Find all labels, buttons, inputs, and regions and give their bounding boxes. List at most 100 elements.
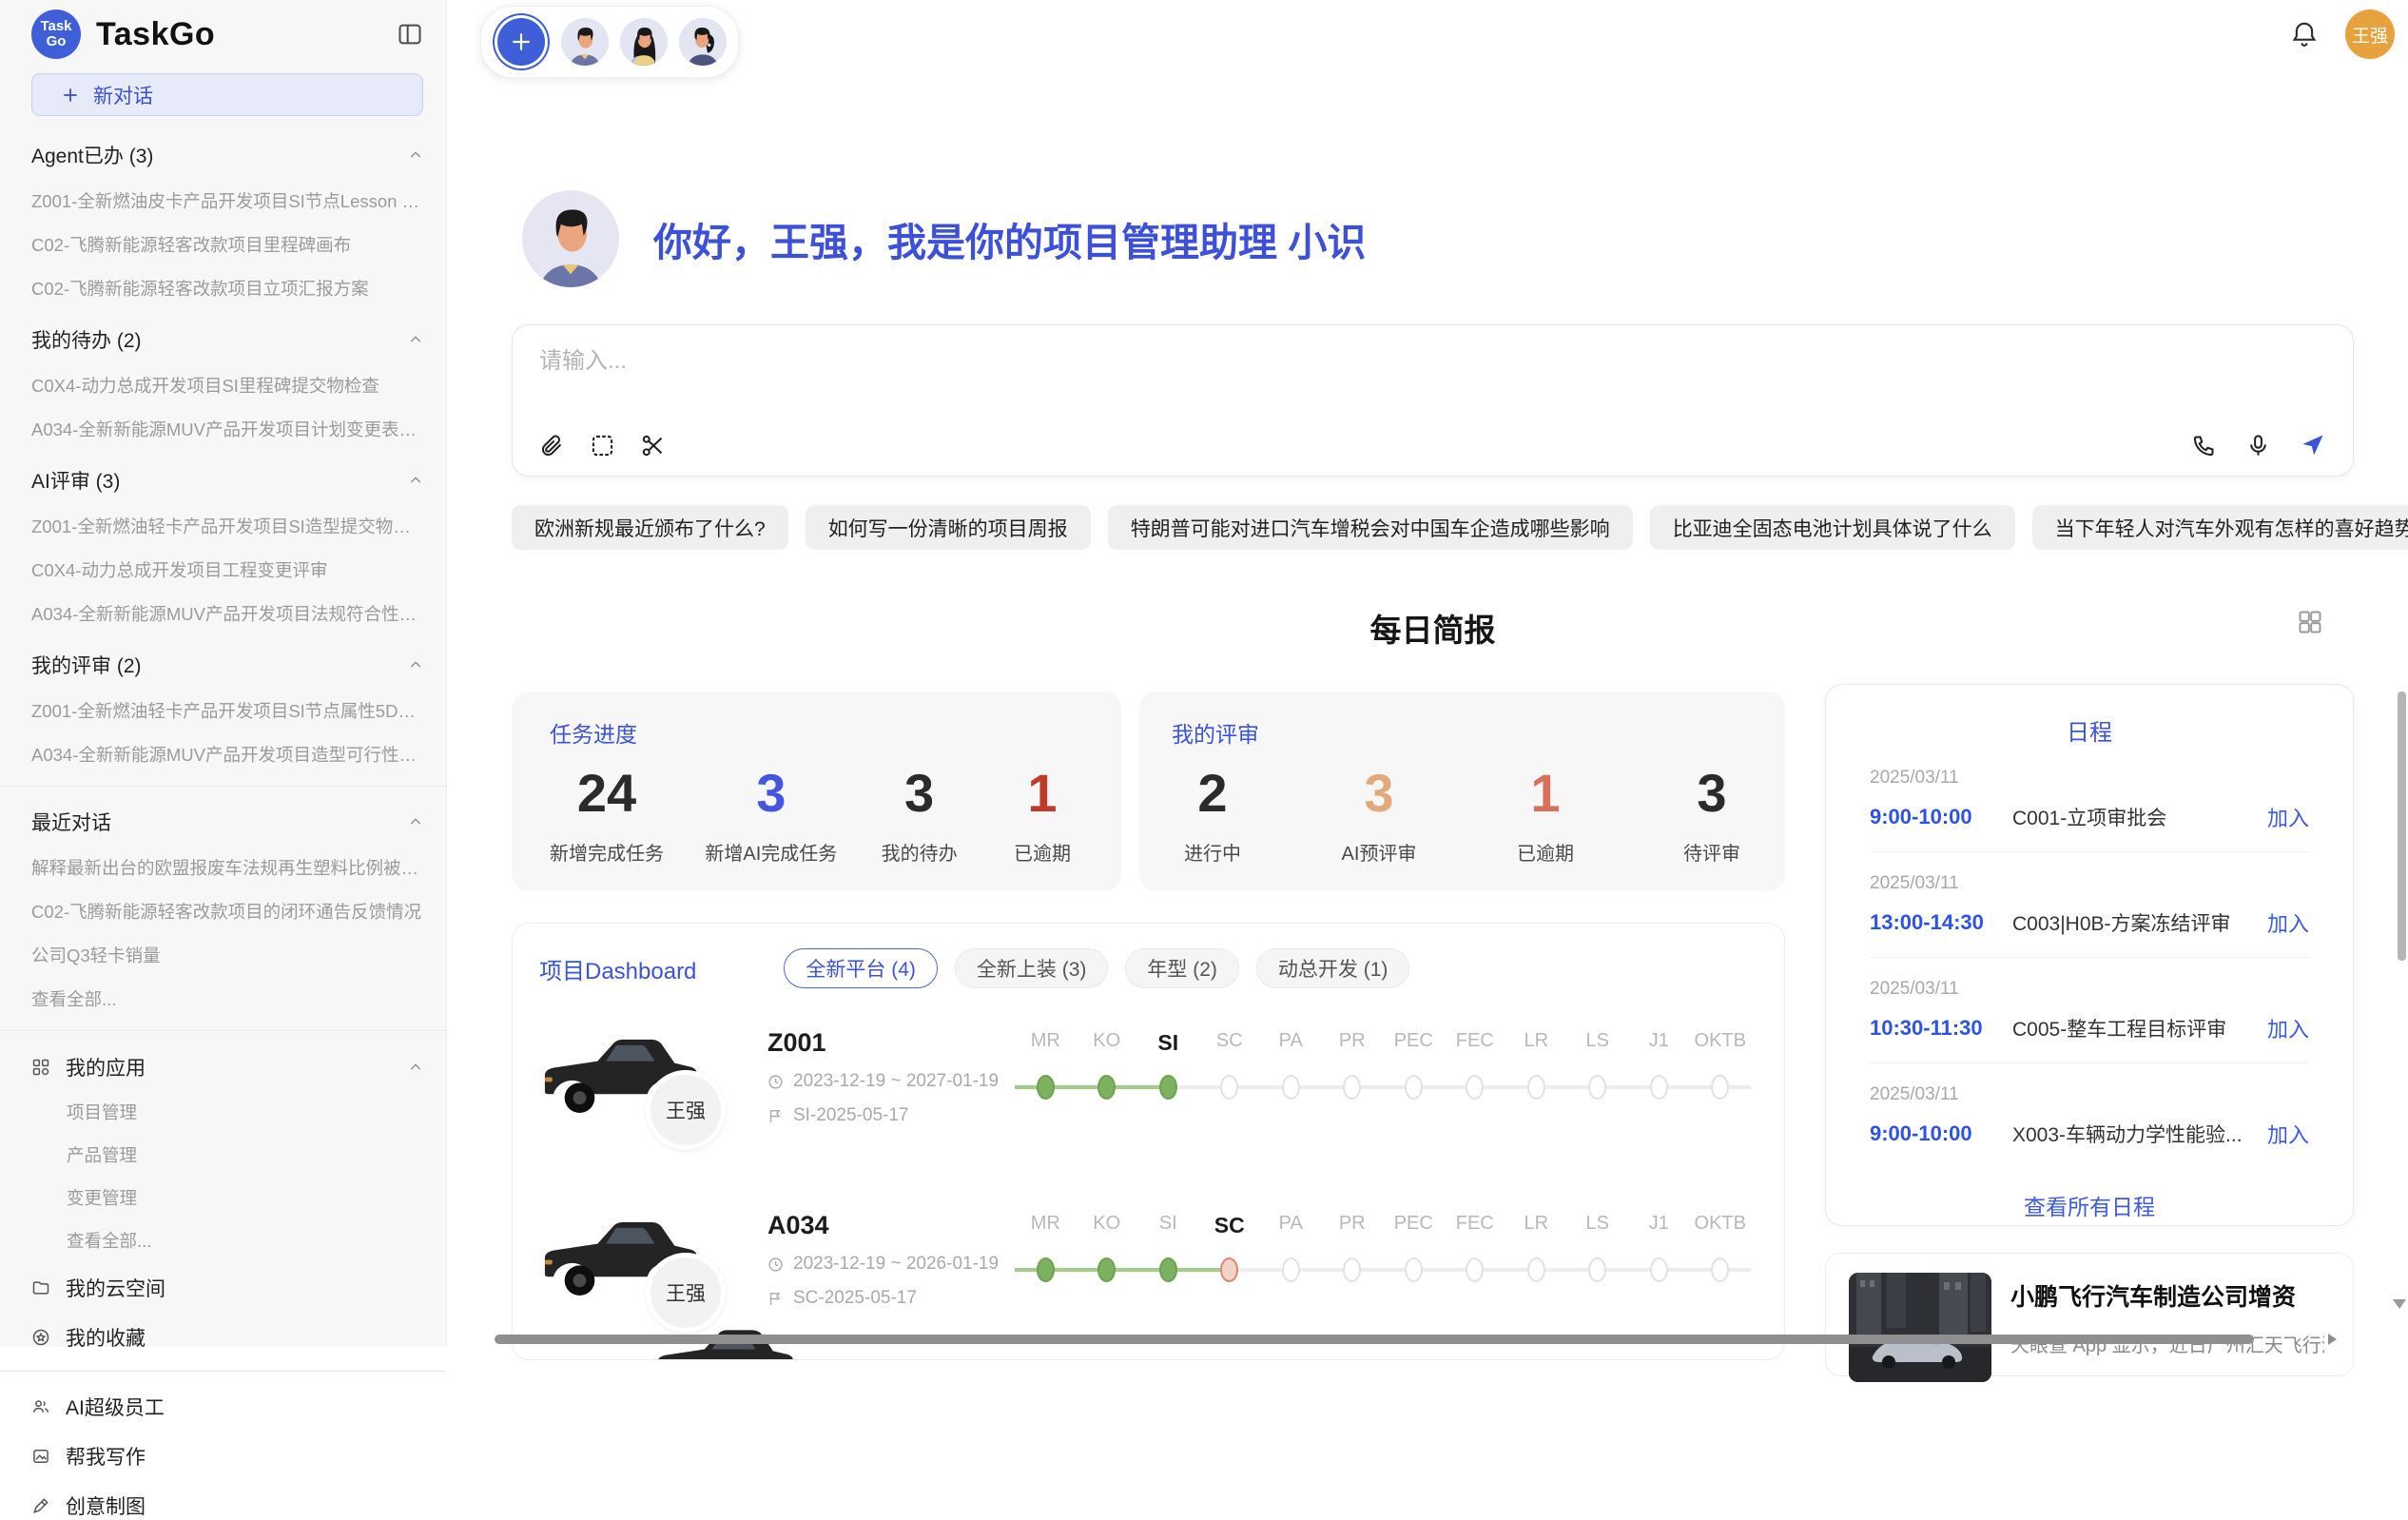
- milestone-dot-cell: [1077, 1256, 1138, 1284]
- mic-icon[interactable]: [2245, 433, 2271, 458]
- join-link[interactable]: 加入: [2267, 1119, 2309, 1149]
- sidebar-item-view-all-apps[interactable]: 查看全部...: [67, 1228, 423, 1253]
- vertical-scrollbar[interactable]: [2398, 692, 2406, 961]
- filter-tab-new-top[interactable]: 全新上装 (3): [955, 948, 1109, 988]
- sidebar-item-my-apps[interactable]: 我的应用: [31, 1053, 423, 1082]
- member-avatar[interactable]: [679, 18, 727, 66]
- scroll-right-arrow-icon[interactable]: [2328, 1334, 2337, 1345]
- milestone-label: SC: [1199, 1030, 1261, 1056]
- milestone-track: MR KO SI SC PA PR PEC FEC LR LS J1 OKTB: [1015, 1209, 1751, 1354]
- chevron-up-icon[interactable]: [408, 814, 423, 829]
- schedule-date: 2025/03/11: [1870, 873, 2309, 894]
- section-header-agent-done[interactable]: Agent已办 (3): [31, 141, 423, 169]
- sidebar-collapse-icon[interactable]: [397, 21, 423, 48]
- schedule-title: 日程: [1826, 713, 2353, 747]
- schedule-item[interactable]: 2025/03/11 13:00-14:30 C003|H0B-方案冻结评审 加…: [1870, 852, 2309, 958]
- filter-tab-new-platform[interactable]: 全新平台 (4): [784, 948, 938, 988]
- stat-col: 3 待评审: [1671, 764, 1753, 866]
- chevron-up-icon[interactable]: [408, 473, 423, 488]
- scissors-icon[interactable]: [640, 433, 666, 458]
- owner-name: 王强: [666, 1278, 706, 1307]
- recent-item[interactable]: C02-飞腾新能源轻客改款项目的闭环通告反馈情况: [31, 899, 423, 924]
- member-avatar[interactable]: [561, 18, 609, 66]
- chevron-up-icon[interactable]: [408, 332, 423, 347]
- suggestion-chip[interactable]: 欧洲新规最近颁布了什么?: [512, 505, 788, 550]
- task-item[interactable]: C02-飞腾新能源轻客改款项目立项汇报方案: [31, 276, 423, 301]
- section-header-ai-review[interactable]: AI评审 (3): [31, 466, 423, 495]
- sidebar-item-creative-drawing[interactable]: 创意制图: [31, 1491, 423, 1520]
- sidebar-item-ai-super-staff[interactable]: AI超级员工: [31, 1393, 423, 1421]
- recent-item[interactable]: 解释最新出台的欧盟报废车法规再生塑料比例被调至15%...: [31, 855, 423, 880]
- milestone-label: LS: [1567, 1030, 1629, 1056]
- sidebar-item-project-mgmt[interactable]: 项目管理: [67, 1100, 423, 1124]
- task-item[interactable]: Z001-全新燃油皮卡产品开发项目SI节点Lesson Learn报告: [31, 188, 423, 213]
- sidebar-item-cloud-space[interactable]: 我的云空间: [31, 1274, 423, 1302]
- filter-tab-powertrain[interactable]: 动总开发 (1): [1256, 948, 1410, 988]
- join-link[interactable]: 加入: [2267, 802, 2309, 832]
- sidebar-item-help-me-write[interactable]: 帮我写作: [31, 1442, 423, 1471]
- recent-item[interactable]: 公司Q3轻卡销量: [31, 943, 423, 967]
- suggestion-chip[interactable]: 特朗普可能对进口汽车增税会对中国车企造成哪些影响: [1108, 505, 1633, 550]
- stat-label: 已逾期: [1001, 838, 1083, 866]
- input-toolbar: [539, 432, 2326, 458]
- milestone-dot: [1282, 1075, 1300, 1100]
- task-item[interactable]: Z001-全新燃油轻卡产品开发项目SI造型提交物评审: [31, 514, 423, 538]
- image-icon[interactable]: [590, 433, 615, 458]
- schedule-item[interactable]: 2025/03/11 10:30-11:30 C005-整车工程目标评审 加入: [1870, 958, 2309, 1063]
- schedule-item[interactable]: 2025/03/11 9:00-10:00 C001-立项审批会 加入: [1870, 747, 2309, 852]
- filter-tab-year-model[interactable]: 年型 (2): [1125, 948, 1239, 988]
- project-code: Z001: [767, 1028, 1015, 1058]
- stat-col: 3 我的待办: [879, 764, 961, 866]
- horizontal-scrollbar[interactable]: [495, 1335, 2254, 1344]
- notification-bell-icon[interactable]: [2290, 20, 2319, 49]
- project-row[interactable]: 王强 Z001 2023-12-19 ~ 2027-01-19 SI-2025-…: [539, 1026, 1784, 1171]
- sidebar-item-favorites[interactable]: 我的收藏: [31, 1323, 423, 1352]
- sidebar-item-product-mgmt[interactable]: 产品管理: [67, 1142, 423, 1167]
- milestone-dot: [1527, 1075, 1545, 1100]
- chat-input[interactable]: [539, 348, 2326, 375]
- suggestion-chip[interactable]: 如何写一份清晰的项目周报: [806, 505, 1091, 550]
- user-avatar-label: 王强: [2352, 22, 2388, 48]
- task-item[interactable]: C0X4-动力总成开发项目工程变更评审: [31, 557, 423, 582]
- creative-drawing-label: 创意制图: [66, 1491, 146, 1520]
- phone-icon[interactable]: [2191, 433, 2217, 458]
- schedule-item[interactable]: 2025/03/11 9:00-10:00 X003-车辆动力学性能验... 加…: [1870, 1063, 2309, 1168]
- chevron-up-icon[interactable]: [408, 1060, 423, 1075]
- chevron-up-icon[interactable]: [408, 657, 423, 672]
- layout-grid-icon[interactable]: [2297, 609, 2323, 635]
- task-item[interactable]: A034-全新新能源MUV产品开发项目计划变更表编写: [31, 417, 423, 441]
- join-link[interactable]: 加入: [2267, 1013, 2309, 1043]
- chevron-up-icon[interactable]: [408, 147, 423, 163]
- task-item[interactable]: Z001-全新燃油轻卡产品开发项目SI节点属性5D文件评审: [31, 698, 423, 723]
- plus-icon: [509, 29, 534, 54]
- task-item[interactable]: C02-飞腾新能源轻客改款项目里程碑画布: [31, 232, 423, 257]
- news-card[interactable]: 小鹏飞行汽车制造公司增资 天眼查 App 显示，近日广州汇天飞行汽...: [1825, 1253, 2354, 1376]
- sidebar-item-change-mgmt[interactable]: 变更管理: [67, 1185, 423, 1210]
- task-item[interactable]: A034-全新新能源MUV产品开发项目法规符合性评审: [31, 601, 423, 626]
- add-session-button[interactable]: [497, 18, 545, 66]
- stat-label: 新增完成任务: [550, 838, 664, 866]
- view-all-schedules-link[interactable]: 查看所有日程: [1826, 1189, 2353, 1221]
- milestone-dot: [1405, 1257, 1423, 1282]
- member-avatar[interactable]: [620, 18, 668, 66]
- stat-value: 1: [1001, 764, 1083, 823]
- user-avatar[interactable]: 王强: [2345, 10, 2395, 59]
- milestone-dot: [1588, 1257, 1606, 1282]
- paperclip-icon[interactable]: [539, 433, 565, 458]
- scroll-down-arrow-icon[interactable]: [2393, 1299, 2406, 1309]
- divider: [0, 786, 446, 787]
- project-dashboard-card: 项目Dashboard 全新平台 (4) 全新上装 (3) 年型 (2) 动总开…: [512, 923, 1785, 1360]
- section-header-recent[interactable]: 最近对话: [31, 808, 423, 836]
- suggestion-chip[interactable]: 当下年轻人对汽车外观有怎样的喜好趋势: [2032, 505, 2408, 550]
- task-item[interactable]: A034-全新新能源MUV产品开发项目造型可行性评审: [31, 742, 423, 767]
- join-link[interactable]: 加入: [2267, 907, 2309, 938]
- task-item[interactable]: C0X4-动力总成开发项目SI里程碑提交物检查: [31, 373, 423, 398]
- suggestion-chip[interactable]: 比亚迪全固态电池计划具体说了什么: [1650, 505, 2015, 550]
- milestone-label: LS: [1567, 1213, 1629, 1238]
- recent-item-view-all[interactable]: 查看全部...: [31, 986, 423, 1011]
- send-icon[interactable]: [2300, 432, 2326, 458]
- section-header-my-review[interactable]: 我的评审 (2): [31, 651, 423, 679]
- section-header-my-todo[interactable]: 我的待办 (2): [31, 325, 423, 354]
- stat-col: 3 新增AI完成任务: [705, 764, 837, 866]
- new-chat-button[interactable]: 新对话: [31, 73, 423, 116]
